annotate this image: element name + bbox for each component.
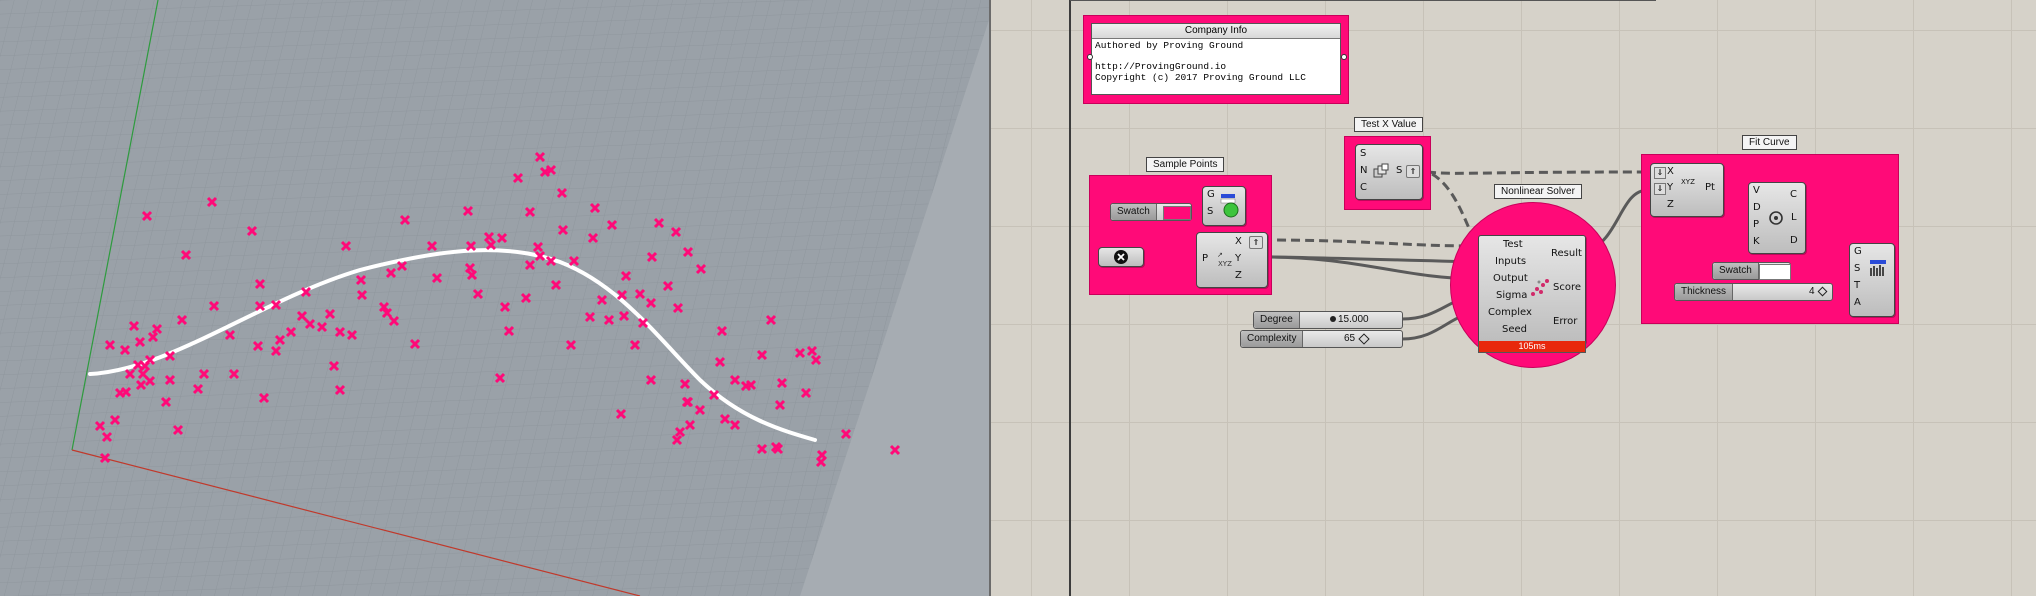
degree-slider[interactable]: Degree 15.000 [1253, 311, 1403, 329]
swatch-component[interactable]: Swatch [1110, 203, 1192, 221]
port-x: X [1667, 166, 1674, 177]
panel-input-grip[interactable] [1087, 54, 1093, 60]
series-icon [1373, 163, 1389, 178]
viewport-scene [0, 0, 989, 596]
preview-toggle-icon[interactable]: ⇑ [1249, 236, 1263, 249]
input-seed: Seed [1502, 324, 1527, 335]
port-l: L [1791, 212, 1797, 223]
curve-swatch-component[interactable]: Swatch [1712, 262, 1791, 280]
output-error: Error [1553, 316, 1578, 327]
svg-text:↗: ↗ [1217, 251, 1223, 259]
sample-points-group[interactable]: Swatch G S P ↗ XYZ X ⇑ Y Z [1089, 175, 1272, 295]
port-t: T [1854, 280, 1861, 291]
nonlinear-solver-component[interactable]: Test Inputs Output Sigma Complex Seed Re… [1478, 235, 1586, 344]
port-y: Y [1235, 253, 1242, 264]
solver-timing-bar: 105ms [1478, 341, 1586, 353]
port-g: G [1207, 189, 1215, 200]
input-inputs: Inputs [1495, 256, 1527, 267]
output-score: Score [1553, 282, 1582, 293]
custom-preview-component[interactable]: G S [1202, 186, 1246, 226]
port-y: Y [1667, 182, 1674, 193]
svg-text:XYZ: XYZ [1218, 260, 1232, 268]
curve-preview-icon [1870, 260, 1886, 276]
port-d-out: D [1790, 235, 1798, 246]
swatch-label: Swatch [1111, 204, 1157, 220]
degree-label: Degree [1254, 312, 1300, 328]
nonlinear-solver-title[interactable]: Nonlinear Solver [1494, 184, 1582, 199]
solver-icon [1531, 279, 1549, 296]
preview-icon [1220, 194, 1239, 218]
canvas-left-edge [1069, 0, 1071, 596]
port-z: Z [1667, 199, 1674, 210]
canvas-top-bar [1070, 0, 1656, 1]
company-info-line: http://ProvingGround.io [1095, 61, 1227, 72]
interpolate-curve-component[interactable]: V D P K C L D [1748, 182, 1806, 254]
port-pt: Pt [1705, 182, 1715, 193]
deconstruct-point-component[interactable]: P ↗ XYZ X ⇑ Y Z [1196, 232, 1268, 288]
complexity-slider[interactable]: Complexity 65 [1240, 330, 1403, 348]
port-s: S [1207, 206, 1214, 217]
port-z: Z [1235, 270, 1242, 281]
degree-value: 15.000 [1338, 314, 1369, 325]
port-s: S [1360, 148, 1367, 159]
param-toggle-x[interactable]: ⇓ [1654, 167, 1666, 179]
complexity-value: 65 [1344, 333, 1356, 344]
preview-toggle-icon[interactable]: ⇑ [1406, 165, 1420, 178]
construct-icon: XYZ [1681, 178, 1695, 186]
rhino-viewport[interactable] [0, 0, 989, 596]
solver-timing: 105ms [1518, 341, 1546, 351]
output-result: Result [1551, 248, 1582, 259]
company-info-panel[interactable]: Company Info Authored by Proving Ground … [1091, 23, 1341, 95]
complexity-label: Complexity [1241, 331, 1304, 347]
point-icon [1114, 250, 1128, 264]
port-v: V [1753, 185, 1760, 196]
port-c: C [1360, 182, 1367, 193]
port-d: D [1753, 202, 1761, 213]
input-test: Test [1503, 239, 1523, 250]
swatch-color-box[interactable] [1163, 206, 1191, 220]
point-param-component[interactable] [1098, 247, 1144, 267]
company-info-title: Company Info [1092, 24, 1340, 39]
input-output: Output [1493, 273, 1528, 284]
panel-output-grip[interactable] [1341, 54, 1347, 60]
fit-curve-group-title[interactable]: Fit Curve [1742, 135, 1797, 150]
series-component[interactable]: S N C S ⇑ [1355, 144, 1423, 200]
company-info-group[interactable]: Company Info Authored by Proving Ground … [1083, 15, 1349, 104]
slider-knob[interactable] [1358, 333, 1370, 345]
port-x: X [1235, 236, 1242, 247]
input-sigma: Sigma [1496, 290, 1528, 301]
port-s: S [1854, 263, 1861, 274]
interpolate-icon [1769, 211, 1783, 225]
param-toggle-y[interactable]: ⇓ [1654, 183, 1666, 195]
test-x-group[interactable]: S N C S ⇑ [1344, 136, 1431, 210]
port-p: P [1753, 219, 1760, 230]
port-s-out: S [1396, 165, 1403, 176]
port-p: P [1202, 253, 1209, 264]
port-n: N [1360, 165, 1368, 176]
sample-points-group-title[interactable]: Sample Points [1146, 157, 1225, 172]
deconstruct-icon: ↗ XYZ [1217, 251, 1232, 268]
swatch-label: Swatch [1713, 263, 1759, 279]
test-x-group-title[interactable]: Test X Value [1354, 117, 1424, 132]
curve-preview-component[interactable]: G S T A [1849, 243, 1895, 317]
swatch-color-box[interactable] [1759, 264, 1791, 280]
port-k: K [1753, 236, 1760, 247]
input-complex: Complex [1488, 307, 1532, 318]
fit-curve-group[interactable]: ⇓ X ⇓ Y Z XYZ Pt V D P K C L D Swatch Th… [1641, 154, 1899, 324]
slider-knob[interactable] [1817, 286, 1828, 297]
port-g: G [1854, 246, 1862, 257]
thickness-slider[interactable]: Thickness 4 [1674, 283, 1833, 301]
company-info-line: Authored by Proving Ground [1095, 40, 1244, 51]
thickness-label: Thickness [1675, 284, 1734, 300]
port-c: C [1790, 189, 1797, 200]
company-info-line: Copyright (c) 2017 Proving Ground LLC [1095, 71, 1306, 83]
slider-knob[interactable] [1330, 316, 1336, 322]
thickness-value: 4 [1809, 286, 1815, 297]
construct-point-component[interactable]: ⇓ X ⇓ Y Z XYZ Pt [1650, 163, 1724, 217]
port-a: A [1854, 297, 1861, 308]
